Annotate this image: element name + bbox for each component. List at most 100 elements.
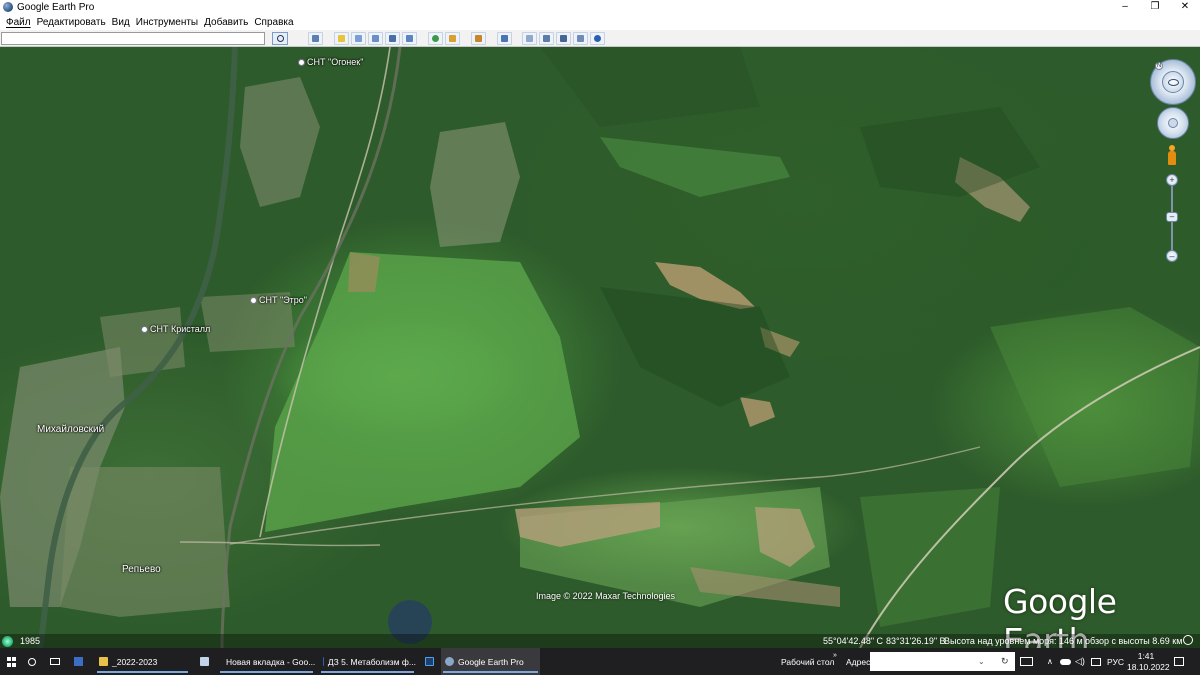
move-joystick[interactable] (1168, 118, 1178, 128)
map-status-bar: 1985 55°04'42.48" С 83°31'26.19" В Высот… (0, 634, 1200, 648)
streaming-indicator-icon (1183, 635, 1193, 645)
menu-add[interactable]: Добавить (204, 17, 248, 28)
keyboard-icon[interactable] (1020, 648, 1033, 675)
window-controls: – ❐ ✕ (1110, 0, 1200, 14)
add-placemark-button[interactable] (334, 32, 349, 45)
print-button[interactable] (539, 32, 554, 45)
zoom-out-button[interactable]: – (1166, 250, 1178, 262)
taskbar-photoshop[interactable] (421, 648, 439, 675)
clock-time: 1:41 (1137, 651, 1155, 661)
chevron-up-icon[interactable]: ∧ (1047, 648, 1053, 675)
taskbar-chrome[interactable]: Новая вкладка - Goo... (218, 648, 315, 675)
taskbar-word-label: ДЗ 5. Метаболизм ф... (327, 656, 416, 667)
system-clock[interactable]: 1:41 18.10.2022 (1127, 651, 1170, 673)
window-title: Google Earth Pro (17, 1, 95, 13)
placemark-label: СНТ "Этро" (259, 295, 307, 305)
address-toolbar-label: Адрес (846, 656, 871, 667)
add-polygon-button[interactable] (351, 32, 366, 45)
task-view-icon[interactable] (50, 648, 64, 675)
toolbar (0, 30, 1200, 47)
save-image-button[interactable] (556, 32, 571, 45)
placemark-kristall[interactable]: СНТ Кристалл (141, 324, 210, 334)
look-around-control[interactable]: N (1150, 59, 1196, 105)
town-label-repyevo[interactable]: Репьево (122, 564, 161, 575)
zoom-slider-thumb[interactable]: – (1166, 212, 1178, 222)
map-view[interactable]: СНТ "Огонек" СНТ "Этро" СНТ Кристалл Мих… (0, 47, 1200, 648)
taskbar-notes[interactable] (196, 648, 214, 675)
placemark-pin-icon (250, 297, 257, 304)
windows-taskbar: _2022-2023 Новая вкладка - Goo... ДЗ 5. … (0, 648, 1200, 675)
app-icon-pinned[interactable] (74, 648, 88, 675)
add-image-overlay-button[interactable] (385, 32, 400, 45)
menu-edit[interactable]: Редактировать (37, 17, 106, 28)
search-input[interactable] (1, 32, 265, 45)
placemark-label: СНТ Кристалл (150, 324, 211, 334)
town-label-mikhailovsky[interactable]: Михайловский (37, 424, 104, 435)
sidebar-toggle-button[interactable] (308, 32, 323, 45)
google-earth-icon (3, 2, 13, 12)
chevron-down-icon[interactable]: ⌄ (978, 648, 985, 675)
volume-icon[interactable]: ◁) (1075, 648, 1085, 675)
address-input[interactable] (870, 652, 1015, 671)
taskbar-folder[interactable]: _2022-2023 (95, 648, 190, 675)
windows-start-icon[interactable] (7, 657, 17, 667)
network-icon[interactable] (1091, 648, 1101, 675)
folder-icon (99, 657, 108, 666)
menu-tools[interactable]: Инструменты (136, 17, 198, 28)
google-maps-button[interactable] (590, 32, 605, 45)
eye-icon (1168, 79, 1179, 86)
toolbar-overflow-icon[interactable]: » (833, 642, 837, 669)
menu-help[interactable]: Справка (254, 17, 293, 28)
sunlight-button[interactable] (445, 32, 460, 45)
street-view-pegman-icon[interactable] (1167, 145, 1177, 167)
search-button[interactable] (272, 32, 288, 45)
photoshop-icon (425, 657, 434, 666)
menu-view[interactable]: Вид (112, 17, 130, 28)
imagery-copyright: Image © 2022 Maxar Technologies (536, 591, 676, 601)
zoom-in-button[interactable]: + (1166, 174, 1178, 186)
taskbar-google-earth[interactable]: Google Earth Pro (441, 648, 540, 675)
close-button[interactable]: ✕ (1170, 0, 1200, 14)
ruler-button[interactable] (497, 32, 512, 45)
restore-button[interactable]: ❐ (1140, 0, 1170, 14)
historical-imagery-icon[interactable] (2, 636, 13, 647)
search-icon[interactable] (28, 648, 42, 675)
title-bar: Google Earth Pro – ❐ ✕ (0, 0, 1200, 14)
latitude-readout: 55°04'42.48" С (823, 636, 884, 646)
north-reset-button[interactable]: N (1155, 62, 1163, 70)
placemark-ogonek[interactable]: СНТ "Огонек" (298, 57, 363, 67)
google-earth-icon (445, 657, 454, 666)
history-year: 1985 (20, 636, 41, 646)
refresh-icon[interactable]: ↻ (1001, 648, 1009, 675)
taskbar-ge-label: Google Earth Pro (458, 656, 524, 667)
language-indicator[interactable]: РУС (1107, 648, 1124, 675)
taskbar-chrome-label: Новая вкладка - Goo... (226, 656, 316, 667)
eye-altitude-readout: обзор с высоты 8.69 км (1085, 636, 1183, 646)
menu-file[interactable]: Файл (6, 17, 31, 28)
cloud-icon[interactable] (1060, 648, 1071, 675)
notifications-icon[interactable] (1174, 648, 1184, 675)
clock-date: 18.10.2022 (1127, 662, 1170, 672)
word-icon (323, 657, 324, 666)
planets-button[interactable] (471, 32, 486, 45)
add-path-button[interactable] (368, 32, 383, 45)
minimize-button[interactable]: – (1110, 0, 1140, 14)
taskbar-word[interactable]: ДЗ 5. Метаболизм ф... (319, 648, 416, 675)
look-joystick[interactable] (1162, 71, 1184, 93)
placemark-etro[interactable]: СНТ "Этро" (250, 295, 307, 305)
longitude-readout: 83°31'26.19" В (886, 636, 946, 646)
movie-maker-button[interactable] (573, 32, 588, 45)
placemark-label: СНТ "Огонек" (307, 57, 364, 67)
placemark-pin-icon (141, 326, 148, 333)
taskbar-folder-label: _2022-2023 (112, 656, 158, 667)
record-tour-button[interactable] (402, 32, 417, 45)
move-control[interactable] (1157, 107, 1189, 139)
desktop-toolbar-label[interactable]: Рабочий стол (781, 648, 834, 675)
historical-imagery-button[interactable] (428, 32, 443, 45)
menu-bar: Файл Редактировать Вид Инструменты Добав… (0, 14, 1200, 30)
email-button[interactable] (522, 32, 537, 45)
notes-icon (200, 657, 209, 666)
placemark-pin-icon (298, 59, 305, 66)
satellite-imagery (0, 47, 1200, 648)
elevation-readout: Высота над уровнем моря: 146 м (944, 636, 1083, 646)
